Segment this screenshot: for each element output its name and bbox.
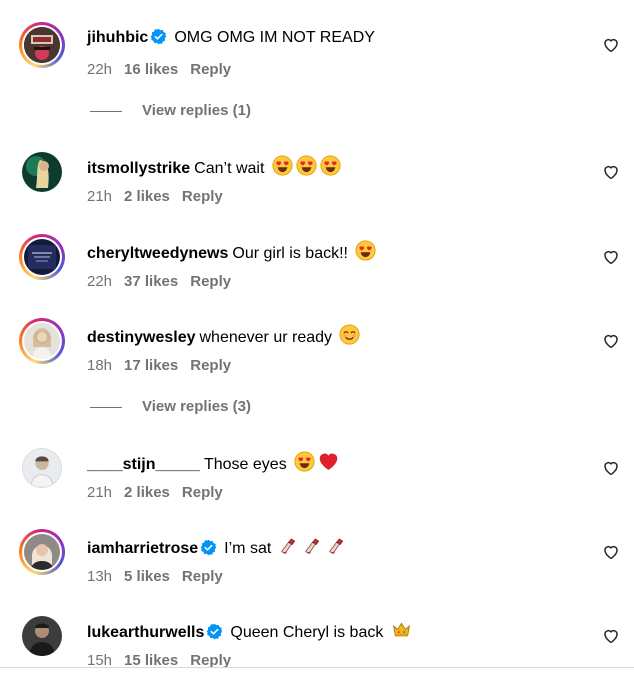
like-heart-icon[interactable]: [602, 459, 620, 477]
username[interactable]: destinywesley: [87, 329, 196, 346]
red-heart-emoji: [319, 453, 338, 470]
avatar[interactable]: [19, 149, 65, 195]
likes-count[interactable]: 16 likes: [124, 61, 178, 78]
like-heart-icon[interactable]: [602, 332, 620, 350]
reply-button[interactable]: Reply: [190, 357, 231, 374]
timestamp: 13h: [87, 568, 113, 585]
avatar[interactable]: [19, 318, 65, 364]
reply-button[interactable]: Reply: [182, 484, 223, 501]
timestamp: 22h: [87, 61, 113, 78]
verified-badge-icon: [207, 623, 223, 640]
heart-eyes-emoji: [272, 155, 293, 176]
like-heart-icon[interactable]: [602, 163, 620, 181]
divider-line: [90, 406, 122, 408]
comment-text: Those eyes: [203, 456, 287, 473]
view-replies-label: View replies (3): [142, 398, 251, 415]
comment-line: cheryltweedynews Our girl is back!!: [87, 240, 377, 264]
timestamp: 18h: [87, 357, 113, 374]
blush-emoji: [339, 324, 361, 345]
nail-polish-emoji: [304, 538, 320, 554]
comment-meta: 21h 2 likes Reply: [87, 188, 235, 206]
comment-text: Can’t wait: [194, 160, 265, 177]
heart-eyes-emoji: [355, 240, 377, 261]
comment-line: destinywesley whenever ur ready: [87, 324, 361, 348]
timestamp: 22h: [87, 273, 113, 290]
comment-meta: 22h 37 likes Reply: [87, 273, 243, 291]
likes-count[interactable]: 2 likes: [124, 484, 170, 501]
verified-badge-icon: [200, 539, 217, 556]
comment-text: I’m sat: [224, 540, 272, 557]
comment-line: lukearthurwells Queen Cheryl is back: [87, 619, 412, 643]
like-heart-icon[interactable]: [602, 248, 620, 266]
comment-meta: 18h 17 likes Reply: [87, 357, 243, 375]
view-replies-button[interactable]: View replies (1): [90, 102, 251, 119]
username[interactable]: jihuhbic: [87, 29, 148, 46]
view-replies-button[interactable]: View replies (3): [90, 398, 251, 415]
comments-list: jihuhbic OMG OMG IM NOT READY 22h 16 likes…: [0, 0, 634, 675]
like-heart-icon[interactable]: [602, 543, 620, 561]
divider: [0, 667, 634, 668]
reply-button[interactable]: Reply: [190, 61, 231, 78]
timestamp: 21h: [87, 188, 113, 205]
likes-count[interactable]: 5 likes: [124, 568, 170, 585]
comment-line: iamharrietrose I’m sat: [87, 535, 348, 559]
like-heart-icon[interactable]: [602, 36, 620, 54]
username[interactable]: ____stijn_____: [87, 456, 200, 473]
comment-meta: 13h 5 likes Reply: [87, 568, 235, 586]
crown-emoji: [392, 622, 410, 637]
avatar[interactable]: [19, 529, 65, 575]
username[interactable]: cheryltweedynews: [87, 245, 228, 262]
view-replies-label: View replies (1): [142, 102, 251, 119]
comment-text: Queen Cheryl is back: [230, 624, 384, 641]
comment-line: ____stijn_____ Those eyes: [87, 451, 339, 475]
likes-count[interactable]: 37 likes: [124, 273, 178, 290]
comment-text: whenever ur ready: [199, 329, 333, 346]
comment-line: itsmollystrike Can’t wait: [87, 155, 341, 179]
verified-badge-icon: [151, 28, 167, 45]
likes-count[interactable]: 2 likes: [124, 188, 170, 205]
username[interactable]: iamharrietrose: [87, 540, 198, 557]
like-heart-icon[interactable]: [602, 627, 620, 645]
comment-meta: 21h 2 likes Reply: [87, 484, 235, 502]
comment-meta: 22h 16 likes Reply: [87, 61, 243, 79]
nail-polish-emoji: [328, 538, 344, 554]
comment-text: OMG OMG IM NOT READY: [174, 29, 375, 46]
reply-button[interactable]: Reply: [182, 188, 223, 205]
avatar[interactable]: [19, 445, 65, 491]
username[interactable]: itsmollystrike: [87, 160, 190, 177]
username[interactable]: lukearthurwells: [87, 624, 204, 641]
comment-line: jihuhbic OMG OMG IM NOT READY: [87, 28, 375, 48]
timestamp: 21h: [87, 484, 113, 501]
heart-eyes-emoji: [296, 155, 317, 176]
reply-button[interactable]: Reply: [190, 273, 231, 290]
avatar[interactable]: [19, 234, 65, 280]
comment-text: Our girl is back!!: [232, 245, 348, 262]
likes-count[interactable]: 17 likes: [124, 357, 178, 374]
reply-button[interactable]: Reply: [182, 568, 223, 585]
heart-eyes-emoji: [320, 155, 341, 176]
avatar[interactable]: [19, 22, 65, 68]
heart-eyes-emoji: [294, 451, 315, 472]
nail-polish-emoji: [280, 538, 296, 554]
divider-line: [90, 110, 122, 112]
avatar[interactable]: [19, 613, 65, 659]
